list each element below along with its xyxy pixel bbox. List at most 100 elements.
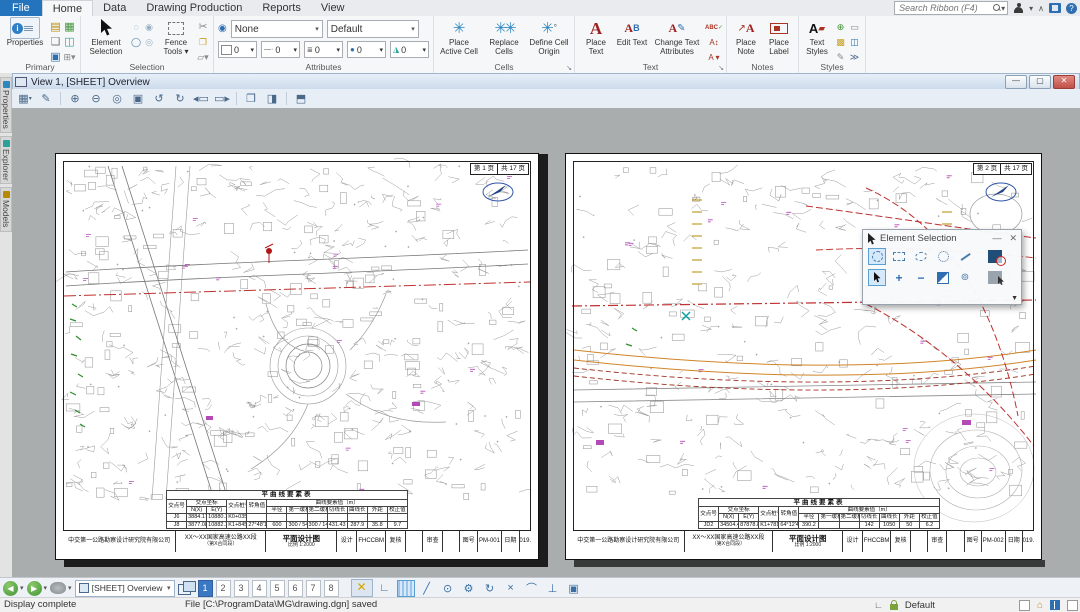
- copy-fence-icon[interactable]: ❐: [199, 38, 207, 47]
- snap-mode-icon[interactable]: ∟: [874, 600, 883, 610]
- replace-cells-button[interactable]: ✳✳ Replace Cells: [483, 18, 525, 56]
- rotate-view-icon[interactable]: ↺: [150, 90, 168, 107]
- define-cell-origin-button[interactable]: ✳° Define Cell Origin: [528, 18, 570, 56]
- user-account-icon[interactable]: [1013, 3, 1024, 14]
- change-text-attributes-button[interactable]: A✎ Change Text Attributes: [651, 18, 703, 56]
- links-dropdown-arrow[interactable]: ▾: [68, 584, 72, 592]
- mode-invert-button[interactable]: [934, 269, 952, 286]
- element-styles-icon[interactable]: ▭: [850, 23, 859, 32]
- active-material-dropdown[interactable]: ●0▾: [347, 41, 386, 58]
- model-links-icon[interactable]: [50, 582, 66, 594]
- snap-perpendicular-icon[interactable]: ⊥: [544, 580, 562, 597]
- view-toggle-3[interactable]: 3: [234, 580, 249, 597]
- spell-check-icon[interactable]: ABC✓: [705, 24, 723, 31]
- copy-view-icon[interactable]: ❐: [242, 90, 260, 107]
- method-shape-button[interactable]: [912, 248, 930, 265]
- view-groups-icon[interactable]: [178, 581, 195, 595]
- default-tool-icon[interactable]: ⌂: [1037, 600, 1043, 611]
- select-by-line-icon[interactable]: ◯: [131, 38, 141, 47]
- zoom-out-icon[interactable]: ⊖: [87, 90, 105, 107]
- tab-data[interactable]: Data: [93, 0, 136, 16]
- ribbon-search[interactable]: ▾: [894, 1, 1008, 15]
- view-toggle-8[interactable]: 8: [324, 580, 339, 597]
- pan-view-icon[interactable]: ↻: [171, 90, 189, 107]
- view-display-mode-icon[interactable]: ▦▾: [16, 90, 34, 107]
- element-selection-button[interactable]: Element Selection: [85, 18, 127, 56]
- help-icon[interactable]: ?: [1066, 3, 1077, 14]
- snap-settings-icon[interactable]: ⚙: [460, 580, 478, 597]
- active-transparency-dropdown[interactable]: ◮0▾: [390, 41, 429, 58]
- select-by-circle-icon[interactable]: ◌: [133, 23, 138, 32]
- view-attributes-icon[interactable]: ◨: [263, 90, 281, 107]
- search-dropdown-arrow[interactable]: ▾: [1001, 4, 1005, 13]
- view-toggle-5[interactable]: 5: [270, 580, 285, 597]
- dialog-minimize-button[interactable]: —: [992, 233, 1001, 244]
- active-element-template-dropdown[interactable]: None▾: [231, 20, 323, 38]
- mode-new-button[interactable]: [868, 269, 886, 286]
- text-glossary-icon[interactable]: A↕: [709, 38, 718, 47]
- snap-origin-icon[interactable]: ▣: [565, 580, 583, 597]
- tab-home[interactable]: Home: [42, 0, 93, 16]
- style-arrows-icon[interactable]: ≫: [850, 53, 859, 62]
- back-dropdown-arrow[interactable]: ▾: [20, 584, 24, 592]
- method-line-button[interactable]: [956, 248, 974, 265]
- selection-set-icon[interactable]: [1019, 600, 1030, 611]
- tab-drawing-production[interactable]: Drawing Production: [136, 0, 252, 16]
- display-styles-icon[interactable]: ▩: [836, 38, 845, 47]
- snap-tangent-icon[interactable]: ↻: [481, 580, 499, 597]
- cut-icon[interactable]: ✂: [198, 22, 207, 33]
- fence-tools-button[interactable]: Fence Tools ▾: [158, 18, 194, 56]
- collapse-ribbon-icon[interactable]: ∧: [1038, 4, 1044, 13]
- snap-elbow-icon[interactable]: ∟: [376, 580, 394, 597]
- text-styles-button[interactable]: A▰ Text Styles: [803, 18, 831, 56]
- status-extra-icon[interactable]: [1067, 600, 1078, 611]
- level-display-icon[interactable]: ▣: [50, 52, 60, 63]
- place-label-button[interactable]: Place Label: [764, 18, 794, 56]
- forward-button[interactable]: ▶: [27, 581, 42, 596]
- view-adjust-icon[interactable]: ✎: [37, 90, 55, 107]
- place-active-cell-button[interactable]: ✳ Place Active Cell: [438, 18, 480, 56]
- view-previous-icon[interactable]: ◂▭: [192, 90, 210, 107]
- snap-center-icon[interactable]: ⊙: [439, 580, 457, 597]
- snap-intersection-icon[interactable]: ×: [502, 580, 520, 597]
- view-toggle-7[interactable]: 7: [306, 580, 321, 597]
- annotation-scale-icon[interactable]: ◫: [850, 38, 859, 47]
- dimension-styles-icon[interactable]: ⊕: [837, 23, 845, 32]
- view-toggle-2[interactable]: 2: [216, 580, 231, 597]
- view-close-button[interactable]: ✕: [1053, 75, 1075, 89]
- text-dialog-launcher[interactable]: ↘: [718, 64, 724, 72]
- accusnap-toggle-icon[interactable]: [397, 580, 415, 597]
- tab-file[interactable]: File: [0, 0, 42, 16]
- mode-select-all-button[interactable]: ⊚: [956, 269, 974, 286]
- dialog-title-bar[interactable]: Element Selection — ✕: [863, 230, 1021, 247]
- method-individual-button[interactable]: [868, 248, 886, 265]
- element-selection-dialog[interactable]: Element Selection — ✕: [862, 229, 1022, 305]
- active-color-dropdown[interactable]: 0▾: [218, 41, 257, 58]
- accudraw-toggle-button[interactable]: ✕: [351, 579, 373, 597]
- properties-button[interactable]: i Properties: [4, 18, 46, 48]
- references-icon[interactable]: ◫: [64, 37, 74, 48]
- forward-dropdown-arrow[interactable]: ▾: [44, 584, 48, 592]
- attach-tools-icon[interactable]: ❏: [51, 37, 61, 48]
- sidebar-tab-explorer[interactable]: Explorer: [0, 136, 12, 185]
- sidebar-tab-properties[interactable]: Properties: [0, 77, 12, 133]
- mode-add-button[interactable]: +: [890, 269, 908, 286]
- sidebar-tab-models[interactable]: Models: [0, 187, 12, 231]
- clip-volume-icon[interactable]: ⬒: [292, 90, 310, 107]
- back-button[interactable]: ◀: [3, 581, 18, 596]
- view-maximize-button[interactable]: ▢: [1029, 75, 1051, 89]
- active-sheet-dropdown[interactable]: [SHEET] Overview Ti ▾: [75, 580, 175, 597]
- tab-reports[interactable]: Reports: [252, 0, 311, 16]
- method-block-button[interactable]: [890, 248, 908, 265]
- view-toggle-6[interactable]: 6: [288, 580, 303, 597]
- paste-fence-icon[interactable]: ▱▾: [197, 53, 208, 62]
- design-history-icon[interactable]: [1050, 600, 1060, 610]
- method-circle-button[interactable]: [934, 248, 952, 265]
- fit-view-icon[interactable]: ▣: [129, 90, 147, 107]
- style-brush-icon[interactable]: ✎: [837, 53, 845, 62]
- level-manager-icon[interactable]: ⊞▾: [63, 53, 75, 62]
- select-by-shape-icon[interactable]: ◉: [145, 23, 153, 32]
- cells-dialog-launcher[interactable]: ↘: [566, 64, 572, 72]
- ribbon-search-input[interactable]: [897, 2, 993, 14]
- user-dropdown-arrow[interactable]: ▾: [1029, 4, 1033, 13]
